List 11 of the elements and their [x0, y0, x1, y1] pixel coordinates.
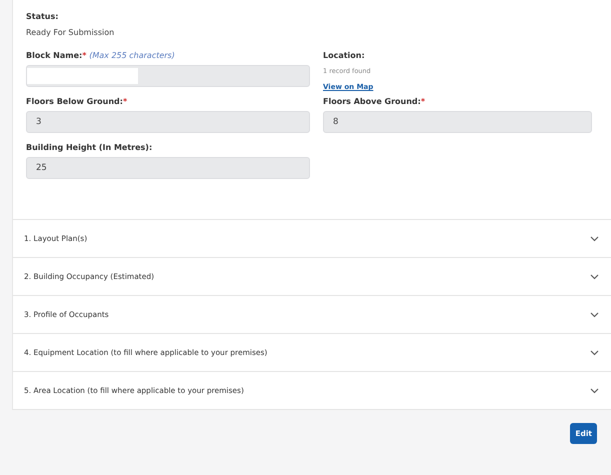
- building-height-field[interactable]: 25: [26, 157, 310, 179]
- status-label: Status:: [26, 12, 60, 21]
- floors-above-field[interactable]: 8: [323, 111, 592, 133]
- field-label: Floors Below Ground:*: [26, 97, 128, 106]
- block-name-field[interactable]: [26, 65, 310, 87]
- location-label: Location:: [323, 51, 366, 60]
- status-value: Ready For Submission: [26, 28, 116, 37]
- floors-below-field[interactable]: 3: [26, 111, 310, 133]
- field-label: Block Name:* (Max 255 characters): [26, 51, 176, 60]
- field-label: Floors Above Ground:*: [323, 97, 426, 106]
- field-label: Building Height (In Metres):: [26, 143, 154, 152]
